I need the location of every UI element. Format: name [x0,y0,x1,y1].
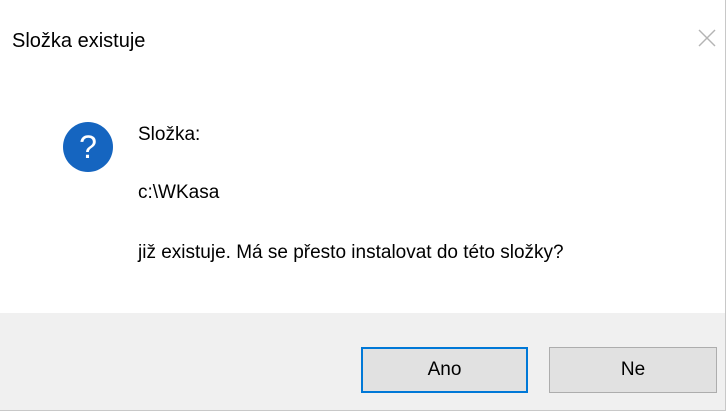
dialog-title: Složka existuje [12,30,146,52]
close-icon[interactable] [693,24,721,52]
message-folder-path: c:\WKasa [138,182,220,203]
question-icon: ? [62,121,114,173]
dialog-content: ? Složka: c:\WKasa již existuje. Má se p… [0,80,725,313]
no-button[interactable]: Ne [549,347,717,393]
svg-text:?: ? [79,129,97,165]
yes-button[interactable]: Ano [361,347,528,393]
button-bar: Ano Ne [0,313,725,410]
message-label-folder: Složka: [138,124,201,145]
message-dialog: Složka existuje ? Složka: c:\WKasa již e… [0,0,726,411]
title-bar: Složka existuje [0,0,725,80]
message-question: již existuje. Má se přesto instalovat do… [138,242,564,263]
